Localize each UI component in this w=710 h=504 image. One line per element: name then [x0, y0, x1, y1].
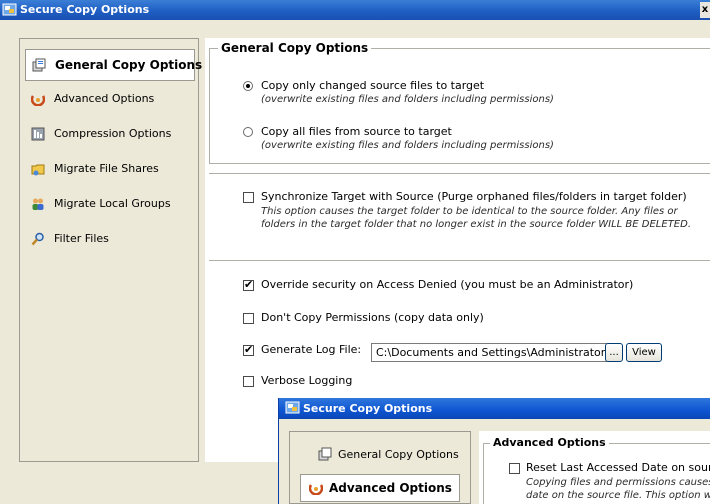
reset-note-line-2: date on the source file. This option wil…	[526, 490, 710, 501]
nav-item-compression-options[interactable]: Compression Options	[20, 119, 198, 149]
sync-note-line-2: folders in the target folder that no lon…	[261, 219, 691, 230]
options-nav: General Copy Options Advanced Options Co…	[19, 38, 202, 462]
overlay-window-title: Secure Copy Options	[303, 402, 433, 415]
filter-files-icon	[31, 232, 44, 246]
overlay-options-nav: General Copy Options Advanced Options	[289, 431, 471, 504]
local-groups-icon	[32, 198, 44, 210]
copy-changed-radio[interactable]	[243, 81, 253, 91]
verbose-logging-label[interactable]: Verbose Logging	[261, 374, 352, 387]
nav-item-label: Advanced Options	[54, 92, 155, 105]
sync-note-line-1: This option causes the target folder to …	[261, 206, 678, 217]
app-icon	[2, 3, 17, 16]
dont-copy-permissions-checkbox[interactable]	[243, 313, 254, 324]
overlay-nav-item-advanced-options[interactable]: Advanced Options	[300, 474, 460, 502]
file-shares-icon	[31, 164, 45, 176]
browse-log-button[interactable]: ...	[605, 343, 623, 362]
divider	[209, 173, 710, 174]
verbose-logging-checkbox[interactable]	[243, 376, 254, 387]
nav-item-label: Advanced Options	[329, 481, 452, 495]
group-title: Advanced Options	[490, 436, 609, 449]
nav-item-general-copy-options[interactable]: General Copy Options	[25, 49, 202, 81]
general-copy-icon	[32, 58, 46, 72]
log-file-path-input[interactable]: C:\Documents and Settings\Administrator\…	[371, 343, 607, 362]
nav-item-label: Migrate File Shares	[54, 162, 159, 175]
sync-checkbox[interactable]	[243, 192, 254, 203]
generate-log-label[interactable]: Generate Log File:	[261, 343, 361, 356]
dont-copy-permissions-label[interactable]: Don't Copy Permissions (copy data only)	[261, 311, 484, 324]
advanced-options-icon	[31, 95, 45, 106]
overlay-title-bar[interactable]: Secure Copy Options	[279, 398, 710, 419]
view-log-button[interactable]: View	[626, 343, 662, 362]
overlay-secure-copy-options-window: Secure Copy Options General Copy Options…	[278, 398, 710, 504]
nav-item-label: Migrate Local Groups	[54, 197, 171, 210]
reset-note-line-1: Copying files and permissions causes th	[526, 477, 710, 488]
overlay-advanced-options-panel: Advanced Options Reset Last Accessed Dat…	[479, 431, 710, 504]
reset-last-accessed-checkbox[interactable]	[509, 463, 520, 474]
advanced-options-icon	[309, 484, 323, 495]
copy-all-radio[interactable]	[243, 127, 253, 137]
override-security-label[interactable]: Override security on Access Denied (you …	[261, 278, 633, 291]
copy-all-label[interactable]: Copy all files from source to target	[261, 125, 452, 138]
compression-icon	[31, 127, 45, 141]
close-button[interactable]: x	[700, 2, 710, 18]
general-copy-icon	[318, 447, 332, 461]
reset-last-accessed-label[interactable]: Reset Last Accessed Date on source fil	[526, 461, 710, 474]
window-title: Secure Copy Options	[20, 3, 150, 16]
title-bar[interactable]: Secure Copy Options x	[0, 0, 710, 20]
nav-item-migrate-file-shares[interactable]: Migrate File Shares	[20, 154, 198, 184]
divider	[209, 260, 710, 261]
nav-item-label: Compression Options	[54, 127, 172, 140]
override-security-checkbox[interactable]	[243, 278, 254, 291]
nav-item-label: Filter Files	[54, 232, 109, 245]
app-icon	[285, 401, 300, 414]
generate-log-checkbox[interactable]	[243, 343, 254, 356]
nav-item-label: General Copy Options	[338, 448, 459, 461]
copy-changed-note: (overwrite existing files and folders in…	[261, 94, 554, 105]
nav-item-migrate-local-groups[interactable]: Migrate Local Groups	[20, 189, 198, 219]
nav-item-advanced-options[interactable]: Advanced Options	[20, 84, 198, 114]
nav-item-filter-files[interactable]: Filter Files	[20, 224, 198, 254]
sync-label[interactable]: Synchronize Target with Source (Purge or…	[261, 190, 687, 203]
nav-item-label: General Copy Options	[55, 58, 203, 72]
copy-changed-label[interactable]: Copy only changed source files to target	[261, 79, 484, 92]
copy-all-note: (overwrite existing files and folders in…	[261, 140, 554, 151]
group-title: General Copy Options	[218, 41, 372, 55]
overlay-nav-item-general-copy-options[interactable]: General Copy Options	[318, 445, 468, 467]
